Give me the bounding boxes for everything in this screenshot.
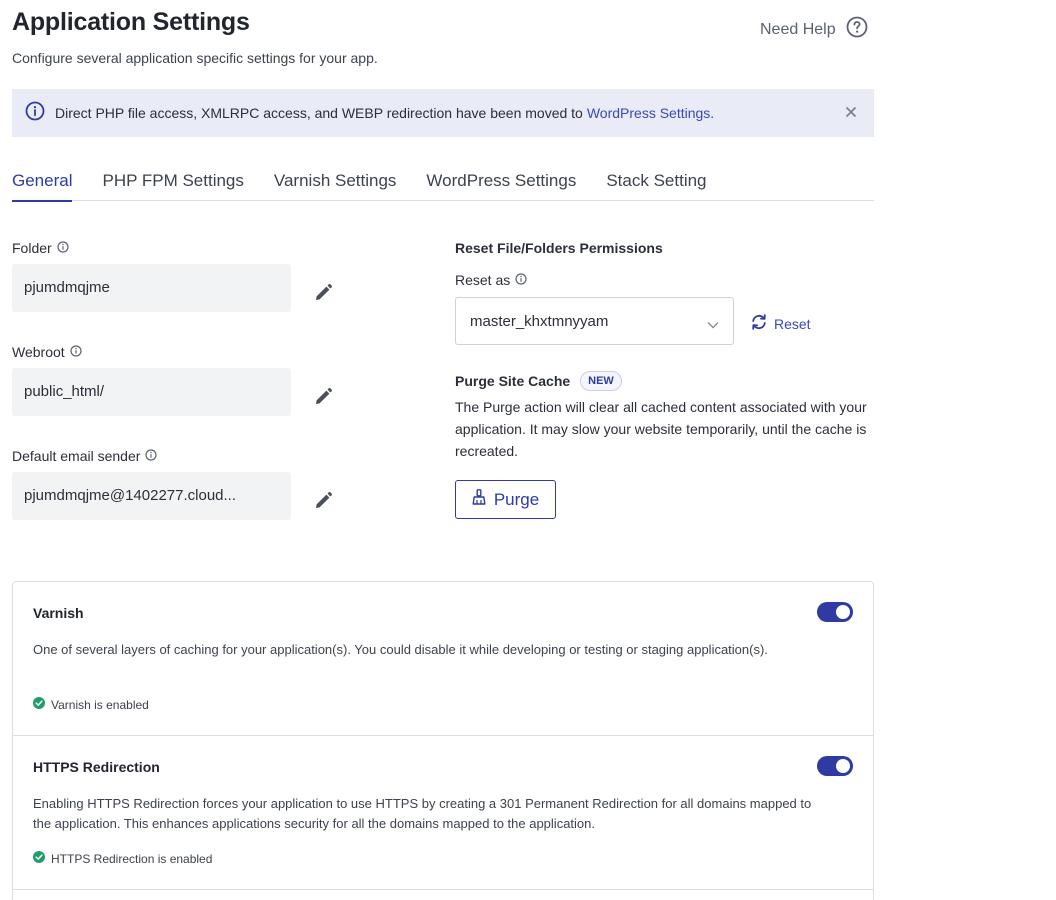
pencil-icon[interactable] [313, 491, 333, 516]
wordpress-settings-link[interactable]: WordPress Settings. [587, 105, 714, 121]
question-circle-icon [846, 16, 868, 43]
purge-header: Purge Site Cache NEW [455, 371, 622, 391]
purge-label: Purge [493, 489, 540, 509]
info-icon[interactable] [515, 272, 527, 288]
page-subtitle: Configure several application specific s… [12, 50, 378, 66]
card-description: Enabling HTTPS Redirection forces your a… [33, 796, 812, 831]
reset-as-label-row: Reset as [455, 272, 527, 288]
https-redirection-card: HTTPS Redirection Enabling HTTPS Redirec… [12, 735, 874, 890]
purge-button[interactable]: Purge [455, 480, 556, 519]
folder-field: pjumdmqjme [12, 264, 291, 312]
notice-banner: Direct PHP file access, XMLRPC access, a… [12, 89, 874, 137]
need-help-label: Need Help [760, 20, 836, 38]
card-description: One of several layers of caching for you… [33, 642, 768, 657]
status-row: Varnish is enabled [33, 697, 149, 712]
info-circle-icon [25, 101, 45, 126]
reset-user-select[interactable]: master_khxtmnyyam [455, 297, 734, 345]
tab-wordpress-settings[interactable]: WordPress Settings [426, 168, 576, 201]
close-icon[interactable] [844, 105, 858, 124]
new-badge: NEW [580, 371, 622, 391]
info-icon[interactable] [145, 448, 158, 464]
tab-general[interactable]: General [12, 168, 73, 202]
info-icon[interactable] [57, 240, 69, 256]
tab-php-fpm-settings[interactable]: PHP FPM Settings [102, 168, 243, 201]
check-circle-icon [33, 697, 45, 712]
email-sender-field: pjumdmqjme@1402277.cloud... [12, 472, 291, 520]
status-row: HTTPS Redirection is enabled [33, 851, 212, 866]
next-setting-card [12, 889, 874, 900]
reset-permissions-heading: Reset File/Folders Permissions [455, 240, 663, 256]
refresh-icon [750, 313, 768, 334]
folder-label-row: Folder [12, 240, 69, 256]
broom-icon [472, 489, 486, 510]
page-title: Application Settings [12, 8, 250, 36]
selected-user: master_khxtmnyyam [470, 313, 609, 330]
info-icon[interactable] [70, 344, 82, 360]
folder-label: Folder [12, 240, 52, 256]
purge-heading: Purge Site Cache [455, 373, 571, 389]
chevron-down-icon [707, 316, 719, 333]
card-title: HTTPS Redirection [33, 759, 160, 775]
card-title: Varnish [33, 605, 84, 621]
status-text: Varnish is enabled [51, 697, 149, 712]
webroot-label-row: Webroot [12, 344, 82, 360]
notice-text: Direct PHP file access, XMLRPC access, a… [55, 105, 714, 121]
toggle-knob [836, 605, 850, 619]
email-sender-label: Default email sender [12, 448, 141, 464]
reset-as-label: Reset as [455, 272, 511, 288]
need-help-link[interactable]: Need Help [760, 16, 868, 43]
reset-button[interactable]: Reset [750, 313, 811, 334]
toggle-knob [836, 759, 850, 773]
webroot-label: Webroot [12, 344, 65, 360]
purge-description: The Purge action will clear all cached c… [455, 399, 867, 459]
varnish-toggle[interactable] [817, 602, 853, 622]
tab-stack-setting[interactable]: Stack Setting [606, 168, 706, 201]
webroot-field: public_html/ [12, 368, 291, 416]
notice-message: Direct PHP file access, XMLRPC access, a… [55, 105, 583, 121]
status-text: HTTPS Redirection is enabled [51, 851, 213, 866]
tab-varnish-settings[interactable]: Varnish Settings [274, 168, 397, 201]
reset-label: Reset [774, 315, 811, 332]
settings-tabs: General PHP FPM Settings Varnish Setting… [12, 168, 874, 202]
pencil-icon[interactable] [313, 283, 333, 308]
varnish-card: Varnish One of several layers of caching… [12, 581, 874, 736]
pencil-icon[interactable] [313, 387, 333, 412]
email-sender-label-row: Default email sender [12, 448, 158, 464]
https-redirection-toggle[interactable] [817, 756, 853, 776]
check-circle-icon [33, 851, 45, 866]
